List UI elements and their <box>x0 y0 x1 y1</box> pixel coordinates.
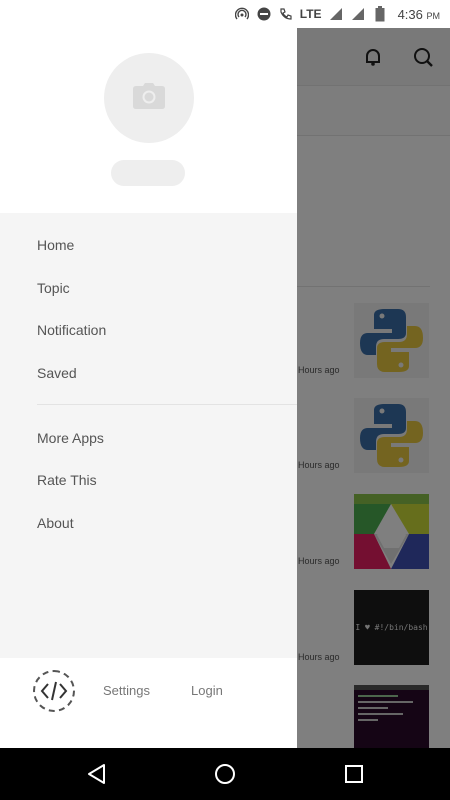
camera-icon <box>133 82 165 114</box>
drawer-item-notification[interactable]: Notification <box>37 322 106 338</box>
do-not-disturb-icon <box>256 6 272 22</box>
navigation-drawer: Home Topic Notification Saved More Apps … <box>0 28 297 748</box>
home-icon[interactable] <box>212 761 238 787</box>
drawer-item-topic[interactable]: Topic <box>37 280 70 296</box>
settings-link[interactable]: Settings <box>103 683 150 698</box>
status-bar: LTE 4:36 PM <box>0 0 450 28</box>
drawer-header <box>0 28 297 213</box>
drawer-item-home[interactable]: Home <box>37 237 74 253</box>
back-icon[interactable] <box>84 761 110 787</box>
drawer-item-saved[interactable]: Saved <box>37 365 77 381</box>
drawer-item-rate-this[interactable]: Rate This <box>37 472 97 488</box>
signal-icon <box>350 6 366 22</box>
avatar[interactable] <box>104 53 194 143</box>
hotspot-icon <box>234 6 250 22</box>
signal-icon <box>328 6 344 22</box>
drawer-footer: Settings Login <box>0 658 297 748</box>
battery-icon <box>372 6 388 22</box>
drawer-item-about[interactable]: About <box>37 515 74 531</box>
clock: 4:36 PM <box>397 6 440 22</box>
user-name-placeholder <box>111 160 185 186</box>
system-navigation-bar <box>0 748 450 800</box>
menu-divider <box>37 404 297 405</box>
login-link[interactable]: Login <box>191 683 223 698</box>
code-logo-icon <box>33 670 75 712</box>
volte-call-icon <box>278 6 294 22</box>
network-type: LTE <box>299 7 322 21</box>
recents-icon[interactable] <box>341 761 367 787</box>
drawer-item-more-apps[interactable]: More Apps <box>37 430 104 446</box>
